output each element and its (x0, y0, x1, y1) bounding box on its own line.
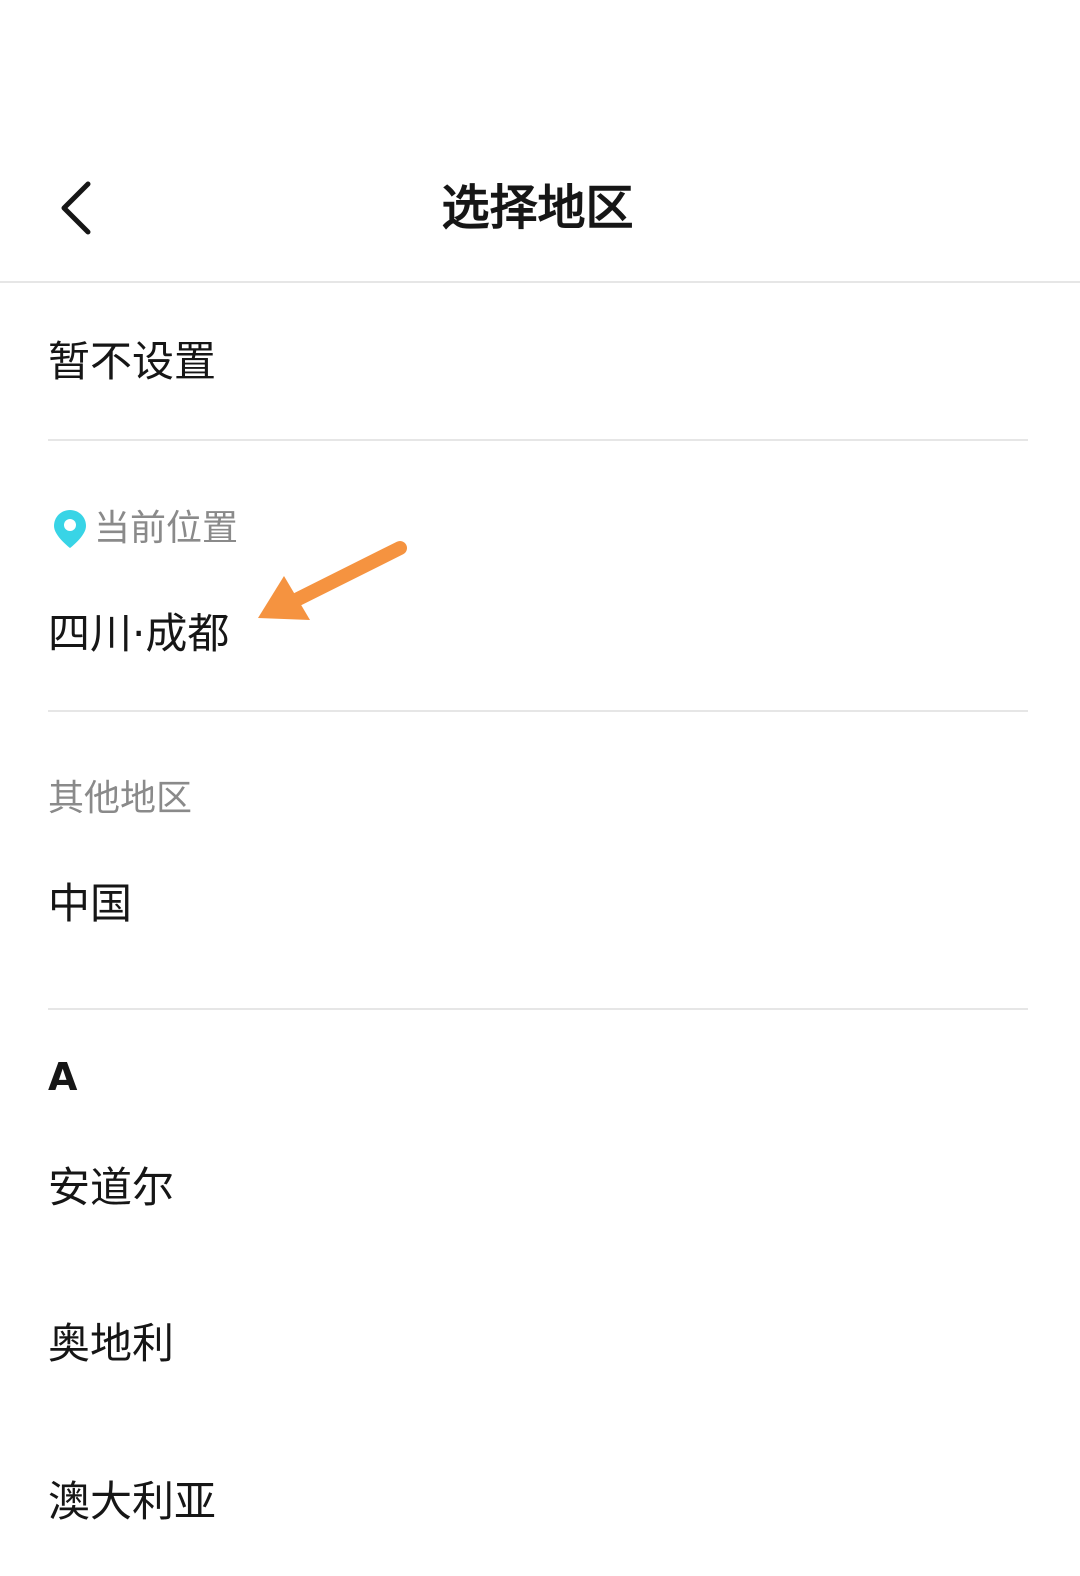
location-pin-icon (54, 510, 86, 548)
no-setting-label: 暂不设置 (48, 337, 217, 386)
region-item-label: 安道尔 (48, 1163, 175, 1212)
header-divider (0, 281, 1080, 283)
current-location-section-label: 当前位置 (94, 508, 239, 549)
page-title: 选择地区 (441, 180, 634, 236)
current-location-option[interactable]: 四川·成都 (0, 580, 1080, 692)
divider (48, 710, 1028, 712)
region-item-australia[interactable]: 澳大利亚 (0, 1446, 1080, 1562)
region-item-label: 奥地利 (48, 1319, 175, 1368)
region-item-label: 澳大利亚 (48, 1477, 217, 1526)
divider (48, 439, 1028, 441)
alphabet-group-header: A (48, 1055, 78, 1099)
divider (48, 1008, 1028, 1010)
annotation-arrow-icon (258, 541, 407, 620)
region-item-austria[interactable]: 奥地利 (0, 1288, 1080, 1404)
region-item-china[interactable]: 中国 (0, 850, 1080, 960)
other-regions-section-label: 其他地区 (48, 778, 193, 819)
no-setting-option[interactable]: 暂不设置 (0, 284, 1080, 440)
region-item-andorra[interactable]: 安道尔 (0, 1130, 1080, 1246)
current-location-value: 四川·成都 (48, 609, 230, 658)
region-item-label: 中国 (48, 879, 133, 928)
